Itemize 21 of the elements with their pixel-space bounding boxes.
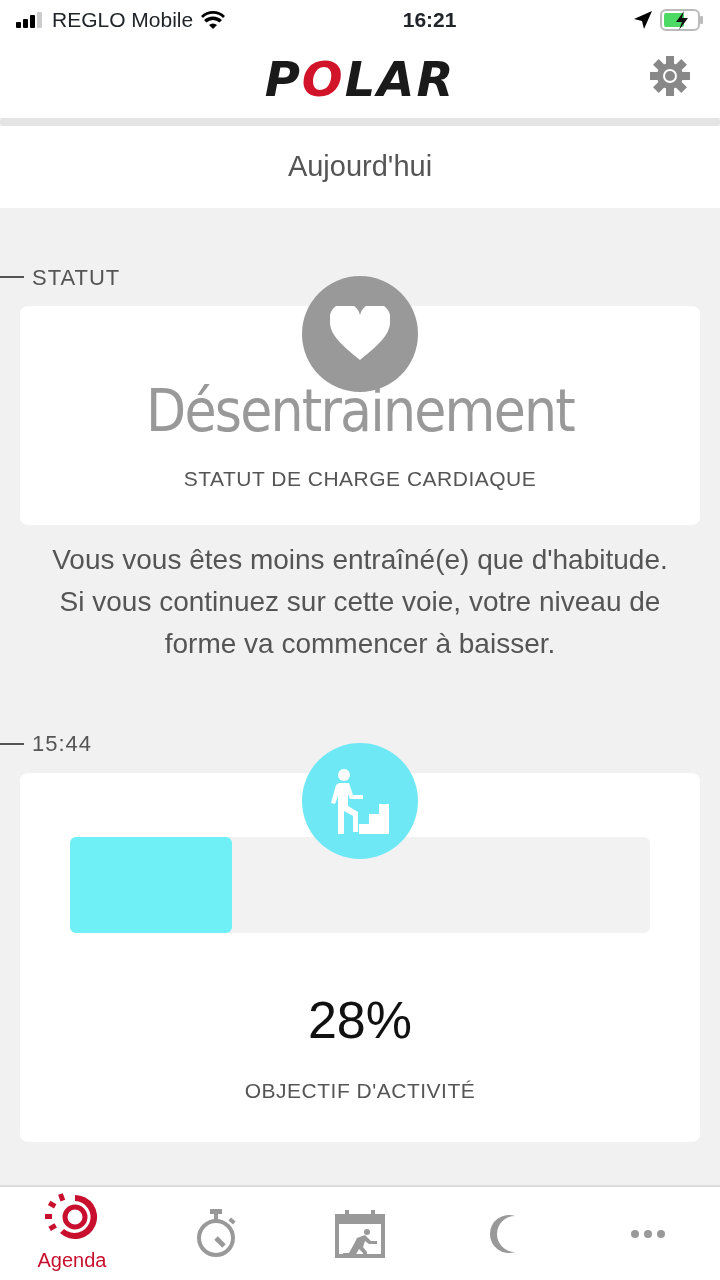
- location-icon: [634, 11, 652, 29]
- section-label: 15:44: [32, 730, 93, 758]
- carrier-name: REGLO Mobile: [52, 7, 194, 34]
- more-icon: [631, 1229, 665, 1238]
- status-description: Vous vous êtes moins entraîné(e) que d'habitude. Si vous continuez sur cette voie, votre niveau de forme va commencer à baisser.: [51, 542, 669, 661]
- calendar-icon: [335, 1209, 385, 1258]
- signal-icon: [16, 12, 44, 28]
- tab-button[interactable]: Agenda: [17, 1188, 127, 1279]
- section-label: STATUT: [32, 263, 121, 292]
- page-title: Aujourd'hui: [287, 149, 433, 185]
- settings-icon[interactable]: [650, 56, 690, 96]
- activity-caption: OBJECTIF D'ACTIVITÉ: [243, 1077, 477, 1104]
- agenda-icon: [45, 1192, 99, 1241]
- activity-percent: 28%: [306, 989, 414, 1051]
- status-caption: STATUT DE CHARGE CARDIAQUE: [182, 466, 538, 492]
- status-time: 16:21: [402, 7, 457, 34]
- wifi-icon: [201, 11, 226, 29]
- stopwatch-icon: [195, 1208, 237, 1259]
- brand-logo: POLAR: [264, 55, 456, 103]
- battery-icon: [660, 9, 704, 31]
- status-value: Désentrainement: [145, 376, 576, 447]
